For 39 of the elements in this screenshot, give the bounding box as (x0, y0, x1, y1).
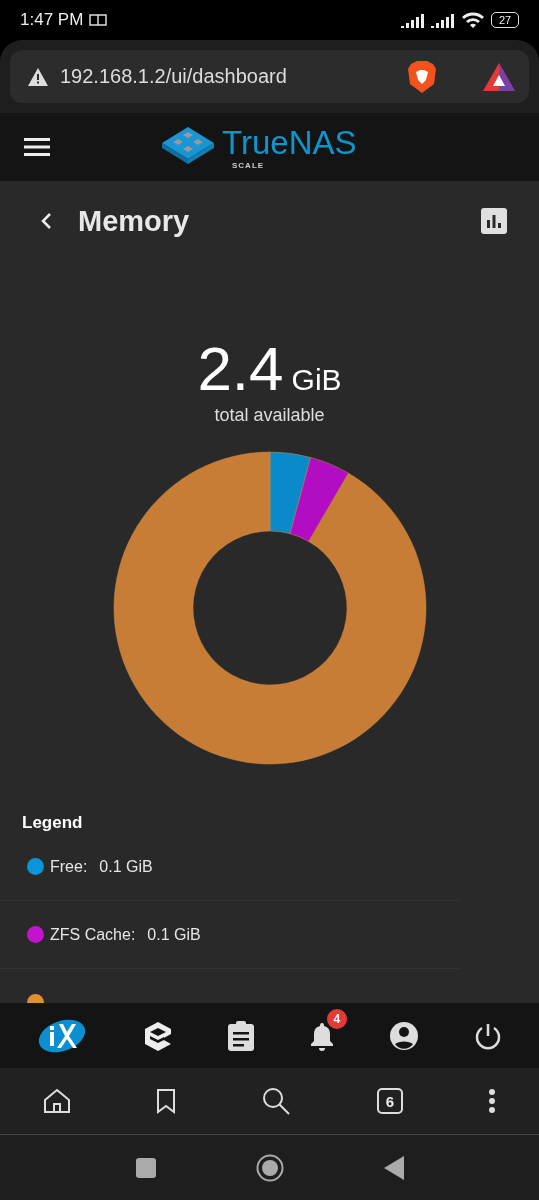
triangle-icon[interactable] (483, 62, 515, 91)
legend-label: ZFS Cache: (50, 925, 136, 944)
legend-label: Free: (50, 857, 88, 876)
home-button-icon[interactable] (255, 1153, 284, 1182)
menu-icon[interactable] (24, 137, 50, 157)
clipboard-icon[interactable] (228, 1020, 255, 1051)
more-icon[interactable] (488, 1088, 497, 1114)
page-title: Memory (78, 204, 191, 238)
total-unit: GiB (291, 363, 342, 397)
signal-icon (401, 12, 425, 28)
home-icon[interactable] (42, 1088, 71, 1114)
notification-badge: 4 (326, 1008, 347, 1029)
back-triangle-icon[interactable] (383, 1155, 404, 1180)
tab-count-button[interactable]: 6 (376, 1088, 403, 1114)
power-icon[interactable] (473, 1021, 502, 1050)
ix-logo-icon[interactable] (37, 1017, 88, 1054)
battery-indicator: 27 (491, 12, 519, 28)
logo-text: TrueNAS (222, 125, 357, 161)
signal-icon (431, 12, 455, 28)
bar-chart-icon[interactable] (481, 208, 507, 234)
wifi-icon (461, 11, 485, 29)
bookmark-icon[interactable] (156, 1088, 177, 1114)
search-icon[interactable] (261, 1086, 292, 1116)
logo-subtitle: SCALE (232, 161, 265, 170)
legend-value: 0.1 GiB (147, 925, 201, 944)
logo-icon (160, 125, 216, 165)
legend-title: Legend (22, 813, 84, 833)
bell-icon[interactable] (308, 1020, 335, 1051)
back-icon[interactable] (40, 212, 52, 230)
warning-icon (28, 67, 48, 86)
status-time: 1:47 PM (20, 10, 84, 30)
recents-icon[interactable] (135, 1157, 156, 1178)
total-value: 2.4 (197, 337, 284, 401)
legend-value: 0.1 GiB (99, 857, 153, 876)
account-icon[interactable] (389, 1020, 420, 1051)
total-caption: total available (214, 405, 325, 426)
address-bar[interactable]: 192.168.1.2/ui/dashboard (10, 50, 529, 103)
lion-shield-icon[interactable] (407, 59, 437, 94)
screen-cast-icon (89, 14, 108, 26)
